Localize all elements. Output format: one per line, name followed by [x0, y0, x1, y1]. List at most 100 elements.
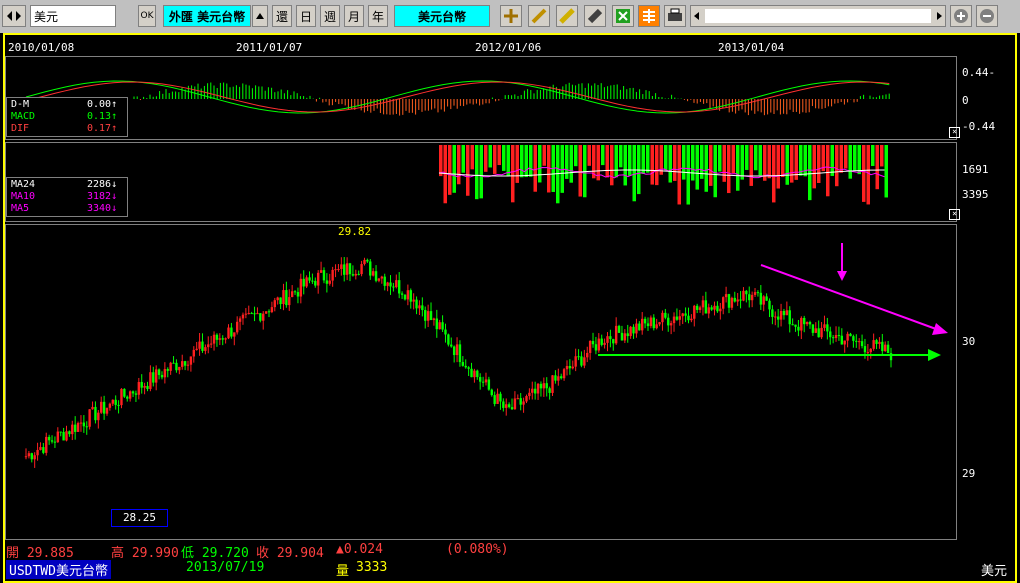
candle-body: [71, 424, 74, 435]
legend-ma24-name: MA24: [11, 179, 36, 190]
candle-body: [337, 268, 340, 270]
volume-close-icon[interactable]: ×: [949, 209, 960, 220]
candle-body: [591, 341, 595, 345]
status-field-4: ▲0.024: [336, 542, 383, 557]
legend-ma10-name: MA10: [11, 191, 36, 202]
candle-body: [869, 348, 872, 353]
print-button[interactable]: [664, 5, 686, 27]
price-panel: 29.82 28.25: [5, 224, 957, 540]
candle-body: [464, 365, 467, 368]
candle-body: [421, 305, 424, 311]
candle-body: [814, 328, 817, 333]
candle-body: [325, 280, 329, 284]
candle-body: [56, 431, 60, 443]
candle-body: [383, 276, 386, 286]
candle-body: [716, 305, 719, 312]
volume-bar: [740, 145, 744, 180]
candle-body: [612, 339, 615, 344]
candle-body: [406, 290, 410, 300]
candle-body: [120, 388, 123, 406]
candle-body: [724, 294, 728, 298]
macd-close-icon[interactable]: ×: [949, 127, 960, 138]
candle-body: [285, 290, 288, 306]
candle-body: [192, 349, 195, 357]
candle-body: [539, 383, 543, 389]
candle-body: [522, 401, 525, 405]
volume-axis-0: 1691: [962, 163, 989, 176]
volume-bar: [754, 145, 758, 171]
candle-body: [282, 290, 285, 305]
ok-button[interactable]: OK: [138, 5, 156, 27]
candle-body: [418, 305, 421, 309]
candle-body: [331, 269, 334, 281]
candle-body: [157, 369, 161, 375]
candle-body: [710, 307, 713, 310]
candle-body: [571, 366, 574, 369]
date-label-3: 2013/01/04: [718, 41, 785, 54]
candle-body: [846, 333, 849, 341]
volume-bar: [601, 145, 605, 166]
candle-body: [181, 361, 184, 367]
candle-body: [111, 399, 114, 404]
candle-body: [698, 307, 702, 310]
crosshair-button[interactable]: [500, 5, 522, 27]
highlight-button[interactable]: [556, 5, 578, 27]
candle-body: [412, 299, 415, 302]
export-button[interactable]: [612, 5, 634, 27]
eraser-button[interactable]: [584, 5, 606, 27]
candle-body: [360, 264, 363, 275]
candle-body: [380, 276, 384, 279]
scrollbar[interactable]: [690, 5, 946, 27]
candle-body: [655, 324, 658, 329]
candle-body: [314, 280, 317, 286]
date-label-1: 2011/01/07: [236, 41, 303, 54]
mode-button-0[interactable]: 還: [272, 5, 292, 27]
nav-arrows-button[interactable]: [2, 5, 26, 27]
candle-body: [805, 322, 809, 325]
export-icon: [616, 9, 630, 23]
candle-body: [695, 305, 699, 310]
candle-body: [496, 393, 499, 404]
mode-button-1[interactable]: 日: [296, 5, 316, 27]
candle-body: [623, 333, 627, 341]
legend-ma5-name: MA5: [11, 203, 30, 214]
status-field-0: 開 29.885: [6, 546, 74, 561]
candle-body: [50, 440, 54, 442]
candle-body: [137, 382, 141, 395]
symbol-field[interactable]: 美元: [30, 5, 116, 27]
candle-body: [632, 326, 635, 334]
volume-bar: [781, 145, 785, 178]
mode-button-4[interactable]: 年: [368, 5, 388, 27]
up-button[interactable]: [252, 5, 268, 27]
candle-body: [183, 361, 187, 366]
candle-body: [620, 332, 624, 341]
scroll-left-icon: [694, 12, 699, 20]
draw-button[interactable]: [528, 5, 550, 27]
candle-body: [742, 290, 745, 301]
candle-body: [108, 403, 112, 408]
volume-bar: [655, 145, 659, 186]
candle-body: [704, 300, 708, 314]
layout-button[interactable]: [638, 5, 660, 27]
volume-bar: [767, 145, 771, 179]
candle-body: [626, 333, 629, 337]
mode-button-2[interactable]: 週: [320, 5, 340, 27]
candle-body: [146, 385, 149, 389]
candle-body: [834, 335, 838, 339]
volume-bar: [736, 145, 740, 191]
volume-bar: [605, 145, 609, 178]
candle-body: [681, 313, 684, 317]
volume-bar: [515, 145, 519, 183]
volume-bar: [619, 145, 623, 168]
zoom-in-button[interactable]: [950, 5, 972, 27]
candle-body: [27, 453, 31, 457]
volume-bar: [758, 145, 762, 176]
candle-body: [467, 367, 470, 369]
zoom-out-button[interactable]: [976, 5, 998, 27]
candle-body: [397, 280, 401, 294]
mode-button-3[interactable]: 月: [344, 5, 364, 27]
candle-body: [267, 311, 271, 313]
candle-body: [354, 273, 357, 276]
candle-body: [788, 310, 791, 325]
volume-bar: [686, 145, 690, 205]
